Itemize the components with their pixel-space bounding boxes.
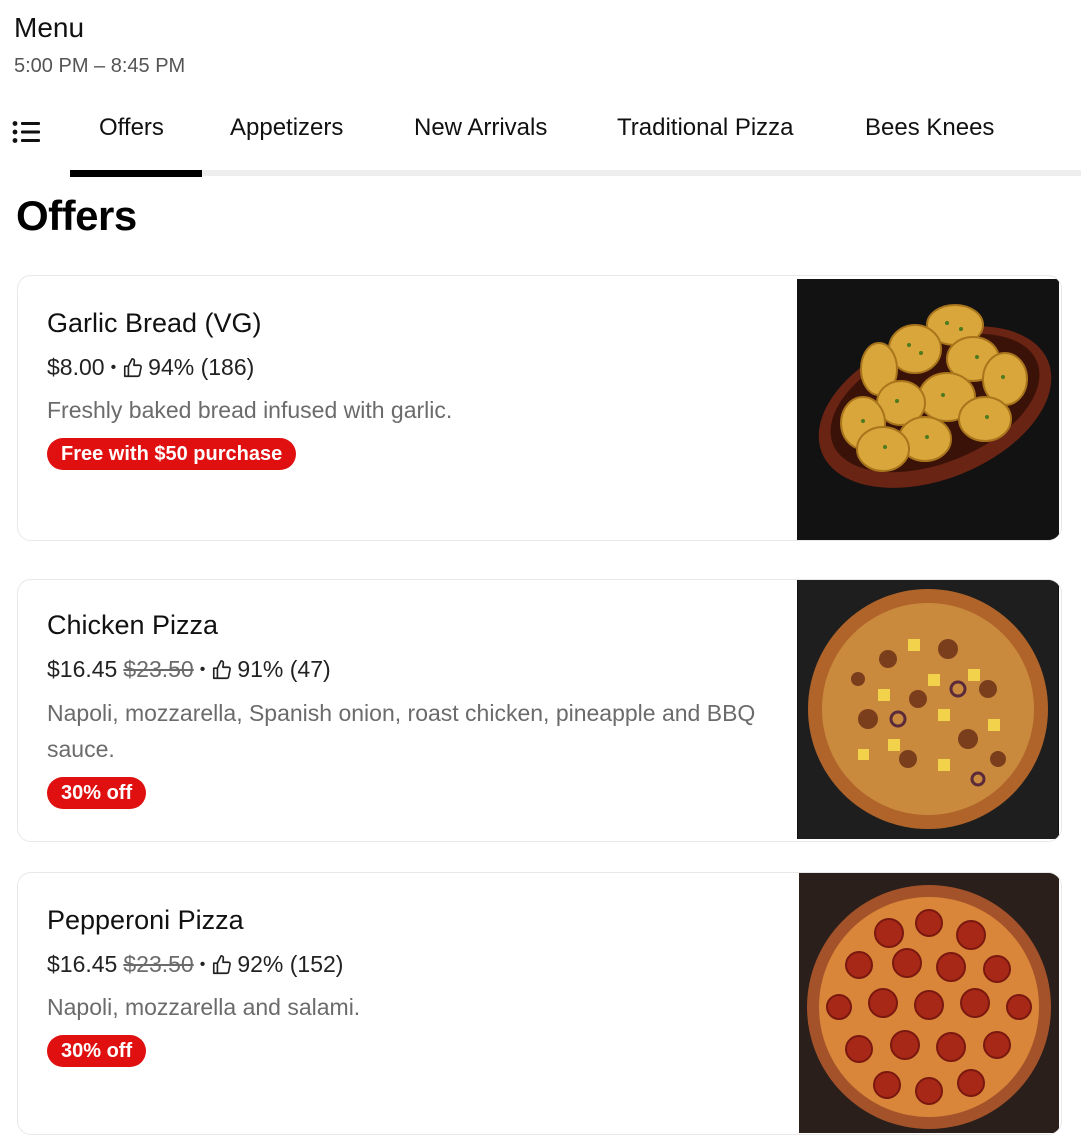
offer-badge: 30% off <box>47 777 147 809</box>
item-name: Garlic Bread (VG) <box>47 308 262 338</box>
tab-new-arrivals[interactable]: New Arrivals <box>414 112 547 144</box>
item-rating: 92% (152) <box>237 951 344 977</box>
item-price: $8.00 <box>47 354 105 380</box>
item-name: Pepperoni Pizza <box>47 905 244 935</box>
tab-bees-knees[interactable]: Bees Knees <box>865 112 994 144</box>
menu-item-card[interactable]: Pepperoni Pizza $16.45 $23.50 • 92% (152… <box>17 872 1062 1135</box>
item-name: Chicken Pizza <box>47 610 219 640</box>
chicken-pizza-photo <box>797 580 1059 839</box>
tab-offers[interactable]: Offers <box>99 112 164 144</box>
tab-track <box>70 170 1081 176</box>
item-rating: 94% (186) <box>148 354 255 380</box>
pepperoni-pizza-photo <box>799 873 1059 1133</box>
category-tabs: Offers Appetizers New Arrivals Tradition… <box>0 96 1081 180</box>
menu-item-card[interactable]: Chicken Pizza $16.45 $23.50 • 91% (47) N… <box>17 579 1062 842</box>
menu-item-card[interactable]: Garlic Bread (VG) $8.00 • 94% (186) Fres… <box>17 275 1062 541</box>
tab-traditional-pizza[interactable]: Traditional Pizza <box>617 112 794 144</box>
thumbs-up-icon <box>213 659 232 679</box>
active-tab-indicator <box>70 170 202 177</box>
item-original-price: $23.50 <box>123 951 194 977</box>
thumbs-up-icon <box>213 954 232 974</box>
store-hours: 5:00 PM – 8:45 PM <box>14 55 186 77</box>
garlic-bread-photo <box>797 279 1059 540</box>
separator-dot: • <box>199 955 206 973</box>
item-price: $16.45 <box>47 951 118 977</box>
separator-dot: • <box>199 660 206 678</box>
item-original-price: $23.50 <box>123 656 194 682</box>
thumbs-up-icon <box>124 357 143 377</box>
offer-badge: Free with $50 purchase <box>47 438 297 470</box>
item-rating: 91% (47) <box>237 656 331 682</box>
item-price: $16.45 <box>47 656 118 682</box>
separator-dot: • <box>110 358 117 376</box>
page-title: Menu <box>14 12 85 43</box>
item-description: Freshly baked bread infused with garlic. <box>47 397 453 423</box>
item-meta: $8.00 • 94% (186) <box>47 354 254 381</box>
offer-badge: 30% off <box>47 1035 147 1067</box>
item-meta: $16.45 $23.50 • 91% (47) <box>47 656 331 683</box>
list-icon[interactable] <box>12 120 42 144</box>
item-meta: $16.45 $23.50 • 92% (152) <box>47 951 343 978</box>
item-description: Napoli, mozzarella and salami. <box>47 994 361 1020</box>
item-description: Napoli, mozzarella, Spanish onion, roast… <box>47 700 756 762</box>
tab-appetizers[interactable]: Appetizers <box>230 112 343 144</box>
section-title: Offers <box>16 192 137 239</box>
